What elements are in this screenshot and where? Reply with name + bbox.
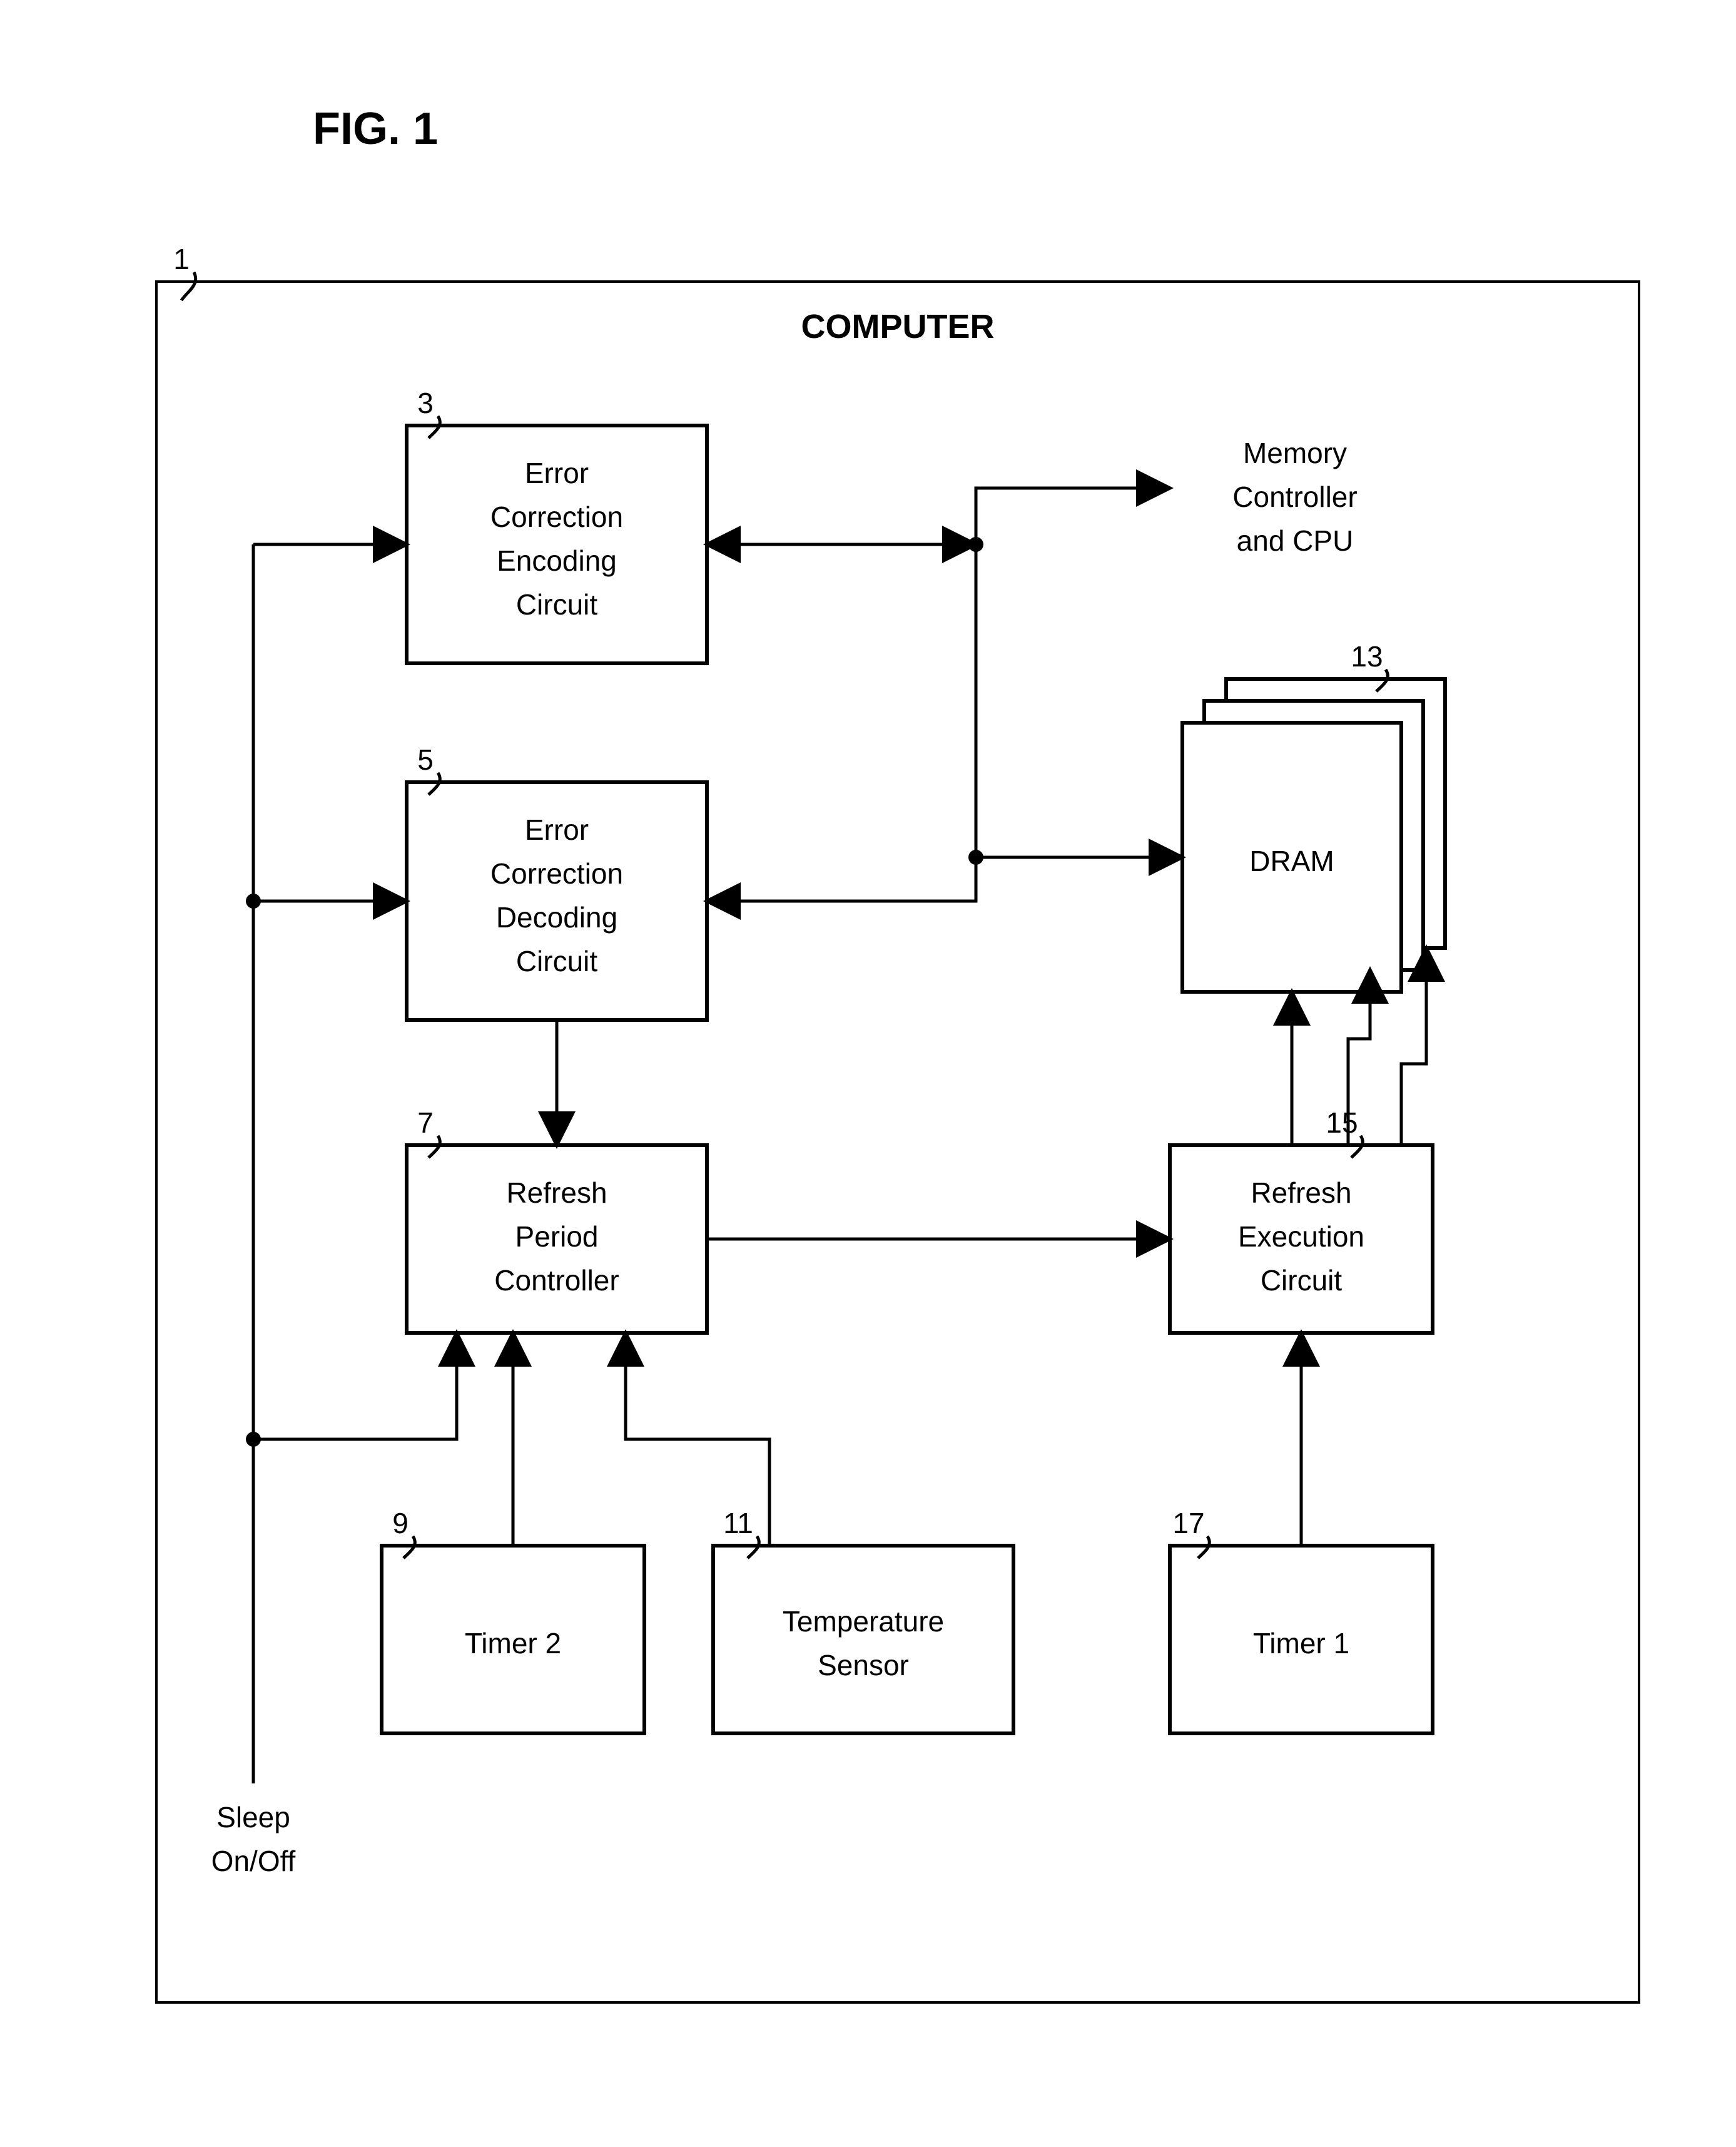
svg-text:Correction: Correction [490, 857, 623, 890]
label-memory-controller-cpu: Memory Controller and CPU [1232, 437, 1357, 557]
svg-text:15: 15 [1326, 1106, 1358, 1139]
svg-text:Execution: Execution [1238, 1220, 1364, 1253]
svg-text:Circuit: Circuit [516, 588, 598, 621]
svg-text:Period: Period [515, 1220, 599, 1253]
svg-text:DRAM: DRAM [1249, 845, 1334, 877]
block-temperature-sensor: Temperature Sensor 11 [713, 1507, 1013, 1733]
svg-text:9: 9 [392, 1507, 409, 1539]
svg-text:Refresh: Refresh [1251, 1176, 1351, 1209]
svg-text:13: 13 [1351, 640, 1383, 673]
bus-central [968, 488, 1182, 865]
svg-text:Timer 1: Timer 1 [1253, 1627, 1349, 1660]
svg-text:Temperature: Temperature [783, 1605, 944, 1638]
svg-text:Timer 2: Timer 2 [465, 1627, 561, 1660]
block-dram: DRAM 13 [1182, 640, 1445, 992]
block-error-correction-encoding: Error Correction Encoding Circuit 3 [407, 387, 707, 663]
wire-decoding-bus [707, 857, 976, 901]
svg-text:Encoding: Encoding [497, 544, 617, 577]
svg-text:Decoding: Decoding [496, 901, 617, 934]
svg-text:Controller: Controller [494, 1264, 619, 1297]
svg-text:7: 7 [417, 1106, 434, 1139]
svg-text:Memory: Memory [1243, 437, 1347, 469]
label-sleep-onoff: Sleep On/Off [211, 1801, 296, 1877]
block-refresh-execution-circuit: Refresh Execution Circuit 15 [1170, 1106, 1433, 1333]
svg-text:Sleep: Sleep [216, 1801, 290, 1833]
block-error-correction-decoding: Error Correction Decoding Circuit 5 [407, 743, 707, 1020]
computer-block: COMPUTER 1 [156, 243, 1639, 2002]
computer-label: COMPUTER [801, 308, 995, 345]
figure-title: FIG. 1 [313, 104, 438, 154]
svg-text:3: 3 [417, 387, 434, 419]
svg-text:11: 11 [723, 1507, 753, 1539]
svg-text:17: 17 [1172, 1507, 1204, 1539]
svg-text:On/Off: On/Off [211, 1845, 296, 1877]
svg-text:Correction: Correction [490, 501, 623, 533]
svg-text:Refresh: Refresh [506, 1176, 607, 1209]
diagram-canvas: FIG. 1 COMPUTER 1 Error Correction Encod… [0, 0, 1736, 2147]
svg-text:Error: Error [525, 813, 589, 846]
svg-text:Controller: Controller [1232, 481, 1357, 513]
svg-text:and CPU: and CPU [1237, 524, 1354, 557]
ref-1: 1 [173, 243, 196, 300]
svg-text:5: 5 [417, 743, 434, 776]
svg-text:Sensor: Sensor [818, 1649, 909, 1681]
svg-text:1: 1 [173, 243, 190, 275]
svg-text:Error: Error [525, 457, 589, 489]
svg-text:Circuit: Circuit [516, 945, 598, 977]
svg-text:Circuit: Circuit [1261, 1264, 1343, 1297]
